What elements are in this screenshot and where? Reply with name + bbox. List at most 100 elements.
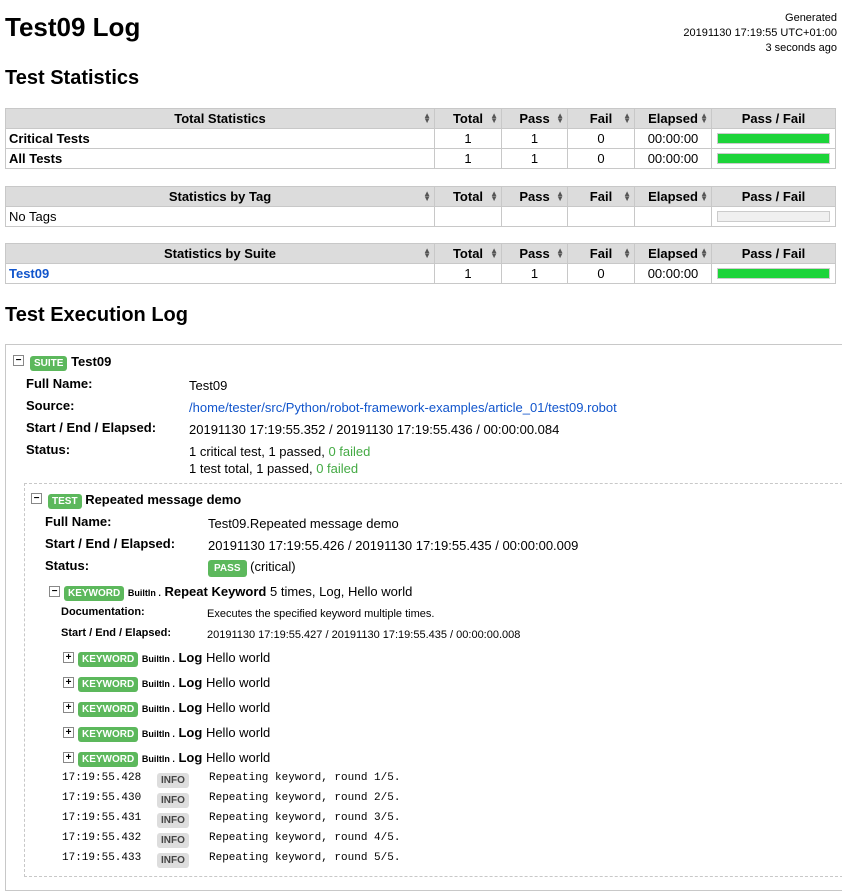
row-total: 1	[434, 128, 502, 149]
table-row[interactable]: Critical Tests 1 1 0 00:00:00	[5, 128, 836, 149]
generated-label: Generated	[785, 12, 837, 24]
child-keyword[interactable]: KEYWORD BuiltIn . Log Hello world	[78, 650, 270, 667]
sort-arrows-icon: ▲ ▼	[556, 111, 564, 125]
col-passfail[interactable]: Pass / Fail	[711, 243, 836, 264]
child-keyword[interactable]: KEYWORD BuiltIn . Log Hello world	[78, 750, 270, 767]
info-badge: INFO	[157, 773, 189, 788]
suite-source-label: Source:	[26, 398, 75, 413]
suite-name: Test09	[71, 354, 112, 369]
row-elapsed: 00:00:00	[634, 128, 712, 149]
row-fail	[567, 206, 635, 227]
message-text: Repeating keyword, round 4/5.	[209, 832, 401, 844]
col-total[interactable]: Total ▲ ▼	[434, 243, 502, 264]
col-fail[interactable]: Fail ▲ ▼	[567, 108, 635, 129]
keyword-name: Log	[178, 700, 203, 715]
keyword-badge: KEYWORD	[78, 727, 139, 742]
row-name: Test09	[5, 263, 435, 284]
message-text: Repeating keyword, round 1/5.	[209, 772, 401, 784]
page-title: Test09 Log	[5, 12, 141, 42]
row-name: No Tags	[5, 206, 435, 227]
col-pass[interactable]: Pass ▲ ▼	[501, 108, 568, 129]
keyword-args: Hello world	[205, 700, 271, 715]
total-stats-header[interactable]: Total Statistics ▲ ▼	[5, 108, 435, 129]
keyword-lib: BuiltIn .	[141, 754, 175, 764]
sort-arrows-icon: ▲ ▼	[556, 246, 564, 260]
row-total: 1	[434, 148, 502, 169]
suite-header[interactable]: SUITE Test09	[30, 354, 111, 371]
sort-arrows-icon: ▲ ▼	[700, 189, 708, 203]
row-total: 1	[434, 263, 502, 284]
col-fail[interactable]: Fail ▲ ▼	[567, 243, 635, 264]
message-text: Repeating keyword, round 2/5.	[209, 792, 401, 804]
keyword-badge: KEYWORD	[78, 652, 139, 667]
row-fail: 0	[567, 263, 635, 284]
keyword-lib: BuiltIn .	[141, 654, 175, 664]
col-pass[interactable]: Pass ▲ ▼	[501, 186, 568, 207]
sort-arrows-icon: ▲ ▼	[623, 246, 631, 260]
test-fullname: Test09.Repeated message demo	[208, 516, 399, 531]
keyword-name: Log	[178, 750, 203, 765]
sort-arrows-icon: ▲ ▼	[700, 111, 708, 125]
suite-link[interactable]: Test09	[9, 266, 49, 281]
sort-arrows-icon: ▲ ▼	[490, 189, 498, 203]
table-row[interactable]: Test09 1 1 0 00:00:00	[5, 263, 836, 284]
message-text: Repeating keyword, round 3/5.	[209, 812, 401, 824]
col-total[interactable]: Total ▲ ▼	[434, 108, 502, 129]
plus-icon[interactable]: +	[63, 652, 74, 663]
minus-icon[interactable]: −	[31, 493, 42, 504]
sort-arrows-icon: ▲ ▼	[556, 189, 564, 203]
sort-arrows-icon: ▲ ▼	[423, 189, 431, 203]
plus-icon[interactable]: +	[63, 752, 74, 763]
pass-bar-fill	[718, 134, 829, 143]
test-status-label: Status:	[45, 558, 90, 573]
test-status-note: (critical)	[250, 559, 296, 574]
failed-count: 0 failed	[328, 444, 371, 459]
keyword-header[interactable]: KEYWORD BuiltIn . Repeat Keyword 5 times…	[64, 584, 412, 601]
keyword-args: Hello world	[205, 650, 271, 665]
tag-stats-header[interactable]: Statistics by Tag ▲ ▼	[5, 186, 435, 207]
total-stats-table: Total Statistics ▲ ▼ Total ▲ ▼ Pass ▲ ▼ Fail ▲ ▼…	[5, 108, 836, 169]
keyword-lib: BuiltIn .	[141, 704, 175, 714]
col-fail[interactable]: Fail ▲ ▼	[567, 186, 635, 207]
row-fail: 0	[567, 128, 635, 149]
stats-section-title: Test Statistics	[5, 67, 140, 89]
table-row[interactable]: All Tests 1 1 0 00:00:00	[5, 148, 836, 169]
col-pass[interactable]: Pass ▲ ▼	[501, 243, 568, 264]
child-keyword[interactable]: KEYWORD BuiltIn . Log Hello world	[78, 700, 270, 717]
plus-icon[interactable]: +	[63, 727, 74, 738]
keyword-args: Hello world	[205, 675, 271, 690]
sort-arrows-icon: ▲ ▼	[490, 111, 498, 125]
col-elapsed[interactable]: Elapsed ▲ ▼	[634, 108, 712, 129]
col-total[interactable]: Total ▲ ▼	[434, 186, 502, 207]
keyword-args: Hello world	[205, 750, 271, 765]
child-keyword[interactable]: KEYWORD BuiltIn . Log Hello world	[78, 675, 270, 692]
col-passfail[interactable]: Pass / Fail	[711, 108, 836, 129]
plus-icon[interactable]: +	[63, 677, 74, 688]
minus-icon[interactable]: −	[49, 586, 60, 597]
child-keyword[interactable]: KEYWORD BuiltIn . Log Hello world	[78, 725, 270, 742]
suite-stats-header[interactable]: Statistics by Suite ▲ ▼	[5, 243, 435, 264]
col-elapsed[interactable]: Elapsed ▲ ▼	[634, 186, 712, 207]
row-pass	[501, 206, 568, 227]
sort-arrows-icon: ▲ ▼	[423, 246, 431, 260]
row-fail: 0	[567, 148, 635, 169]
log-section-title: Test Execution Log	[5, 304, 188, 326]
keyword-lib: BuiltIn .	[141, 679, 175, 689]
sort-arrows-icon: ▲ ▼	[700, 246, 708, 260]
sort-arrows-icon: ▲ ▼	[623, 111, 631, 125]
keyword-name: Log	[178, 650, 203, 665]
sort-arrows-icon: ▲ ▼	[623, 189, 631, 203]
generated-time: 20191130 17:19:55 UTC+01:00	[683, 27, 837, 39]
keyword-name: Repeat Keyword	[164, 584, 267, 599]
plus-icon[interactable]: +	[63, 702, 74, 713]
col-elapsed[interactable]: Elapsed ▲ ▼	[634, 243, 712, 264]
minus-icon[interactable]: −	[13, 355, 24, 366]
row-passfail-bar	[711, 128, 836, 149]
suite-source-link[interactable]: /home/tester/src/Python/robot-framework-…	[189, 400, 617, 415]
suite-times: 20191130 17:19:55.352 / 20191130 17:19:5…	[189, 422, 560, 437]
row-total	[434, 206, 502, 227]
col-passfail[interactable]: Pass / Fail	[711, 186, 836, 207]
pass-bar-fill	[718, 154, 829, 163]
test-header[interactable]: TEST Repeated message demo	[48, 492, 241, 509]
keyword-badge: KEYWORD	[78, 752, 139, 767]
